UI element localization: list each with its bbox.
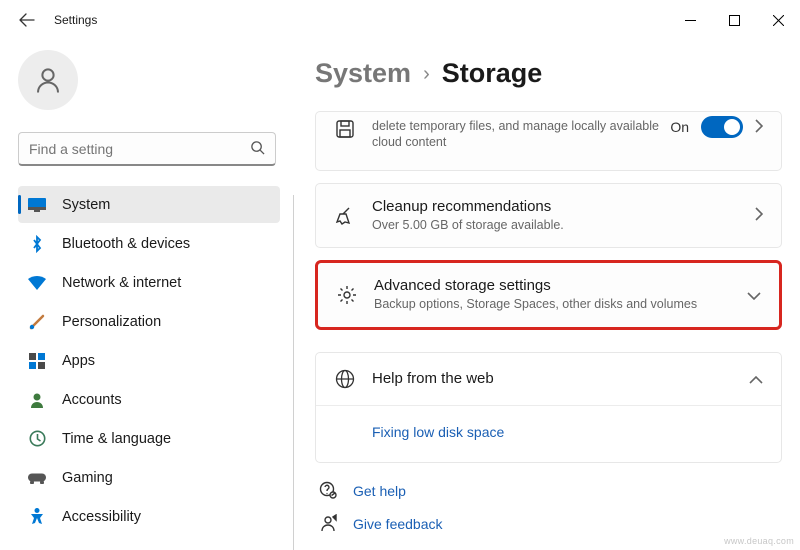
globe-icon bbox=[334, 369, 356, 389]
nav-item-network[interactable]: Network & internet bbox=[18, 264, 280, 301]
chevron-right-icon bbox=[755, 119, 763, 136]
advanced-title: Advanced storage settings bbox=[374, 277, 747, 294]
advanced-storage-card[interactable]: Advanced storage settings Backup options… bbox=[315, 260, 782, 329]
advanced-desc: Backup options, Storage Spaces, other di… bbox=[374, 296, 747, 312]
help-icon bbox=[319, 481, 337, 502]
nav-label: Gaming bbox=[62, 470, 113, 486]
clock-icon bbox=[28, 430, 46, 448]
help-title: Help from the web bbox=[372, 370, 749, 387]
breadcrumb-parent[interactable]: System bbox=[315, 58, 411, 89]
nav-label: Accessibility bbox=[62, 509, 141, 525]
get-help-label: Get help bbox=[353, 483, 406, 499]
toggle-status-label: On bbox=[670, 119, 689, 135]
nav-item-accounts[interactable]: Accounts bbox=[18, 381, 280, 418]
feedback-label: Give feedback bbox=[353, 516, 443, 532]
nav-item-system[interactable]: System bbox=[18, 186, 280, 223]
footer-links: Get help Give feedback bbox=[315, 481, 782, 535]
watermark: www.deuaq.com bbox=[724, 536, 794, 546]
bluetooth-icon bbox=[28, 235, 46, 253]
nav-label: Apps bbox=[62, 353, 95, 369]
cleanup-title: Cleanup recommendations bbox=[372, 198, 755, 215]
window-controls bbox=[668, 4, 800, 36]
nav-list: System Bluetooth & devices Network & int… bbox=[18, 186, 294, 535]
gamepad-icon bbox=[28, 469, 46, 487]
nav-item-accessibility[interactable]: Accessibility bbox=[18, 498, 280, 535]
nav-label: Network & internet bbox=[62, 275, 181, 291]
gear-icon bbox=[336, 285, 358, 305]
person-icon bbox=[28, 391, 46, 409]
chevron-right-icon bbox=[755, 207, 763, 224]
nav-item-apps[interactable]: Apps bbox=[18, 342, 280, 379]
save-icon bbox=[334, 120, 356, 138]
monitor-icon bbox=[28, 196, 46, 214]
window-title: Settings bbox=[54, 13, 97, 27]
nav-label: Personalization bbox=[62, 314, 161, 330]
apps-icon bbox=[28, 352, 46, 370]
storage-sense-toggle[interactable] bbox=[701, 116, 743, 138]
nav-label: Bluetooth & devices bbox=[62, 236, 190, 252]
sidebar: System Bluetooth & devices Network & int… bbox=[0, 40, 295, 550]
paintbrush-icon bbox=[28, 313, 46, 331]
content-area: System › Storage delete temporary files,… bbox=[295, 40, 800, 550]
nav-label: System bbox=[62, 197, 110, 213]
chevron-up-icon bbox=[749, 371, 763, 387]
help-card: Help from the web Fixing low disk space bbox=[315, 352, 782, 463]
back-button[interactable] bbox=[18, 12, 36, 28]
give-feedback-link[interactable]: Give feedback bbox=[315, 514, 782, 535]
breadcrumb: System › Storage bbox=[315, 58, 782, 89]
broom-icon bbox=[334, 206, 356, 226]
titlebar: Settings bbox=[0, 0, 800, 40]
storage-sense-card[interactable]: delete temporary files, and manage local… bbox=[315, 111, 782, 171]
wifi-icon bbox=[28, 274, 46, 292]
close-button[interactable] bbox=[756, 4, 800, 36]
nav-item-personalization[interactable]: Personalization bbox=[18, 303, 280, 340]
search-input[interactable] bbox=[29, 141, 250, 157]
breadcrumb-current: Storage bbox=[442, 58, 543, 89]
storage-sense-desc: delete temporary files, and manage local… bbox=[372, 118, 670, 151]
search-icon bbox=[250, 140, 265, 158]
maximize-button[interactable] bbox=[712, 4, 756, 36]
feedback-icon bbox=[319, 514, 337, 535]
help-header[interactable]: Help from the web bbox=[316, 353, 781, 405]
nav-item-gaming[interactable]: Gaming bbox=[18, 459, 280, 496]
minimize-button[interactable] bbox=[668, 4, 712, 36]
search-box[interactable] bbox=[18, 132, 276, 166]
avatar[interactable] bbox=[18, 50, 78, 110]
chevron-down-icon bbox=[747, 287, 761, 303]
cleanup-desc: Over 5.00 GB of storage available. bbox=[372, 217, 755, 233]
help-link-low-disk-space[interactable]: Fixing low disk space bbox=[372, 424, 504, 440]
nav-label: Time & language bbox=[62, 431, 171, 447]
accessibility-icon bbox=[28, 508, 46, 526]
nav-item-bluetooth[interactable]: Bluetooth & devices bbox=[18, 225, 280, 262]
nav-item-time[interactable]: Time & language bbox=[18, 420, 280, 457]
scroll-separator bbox=[293, 195, 294, 550]
cleanup-card[interactable]: Cleanup recommendations Over 5.00 GB of … bbox=[315, 183, 782, 248]
nav-label: Accounts bbox=[62, 392, 122, 408]
get-help-link[interactable]: Get help bbox=[315, 481, 782, 502]
chevron-right-icon: › bbox=[423, 63, 430, 86]
